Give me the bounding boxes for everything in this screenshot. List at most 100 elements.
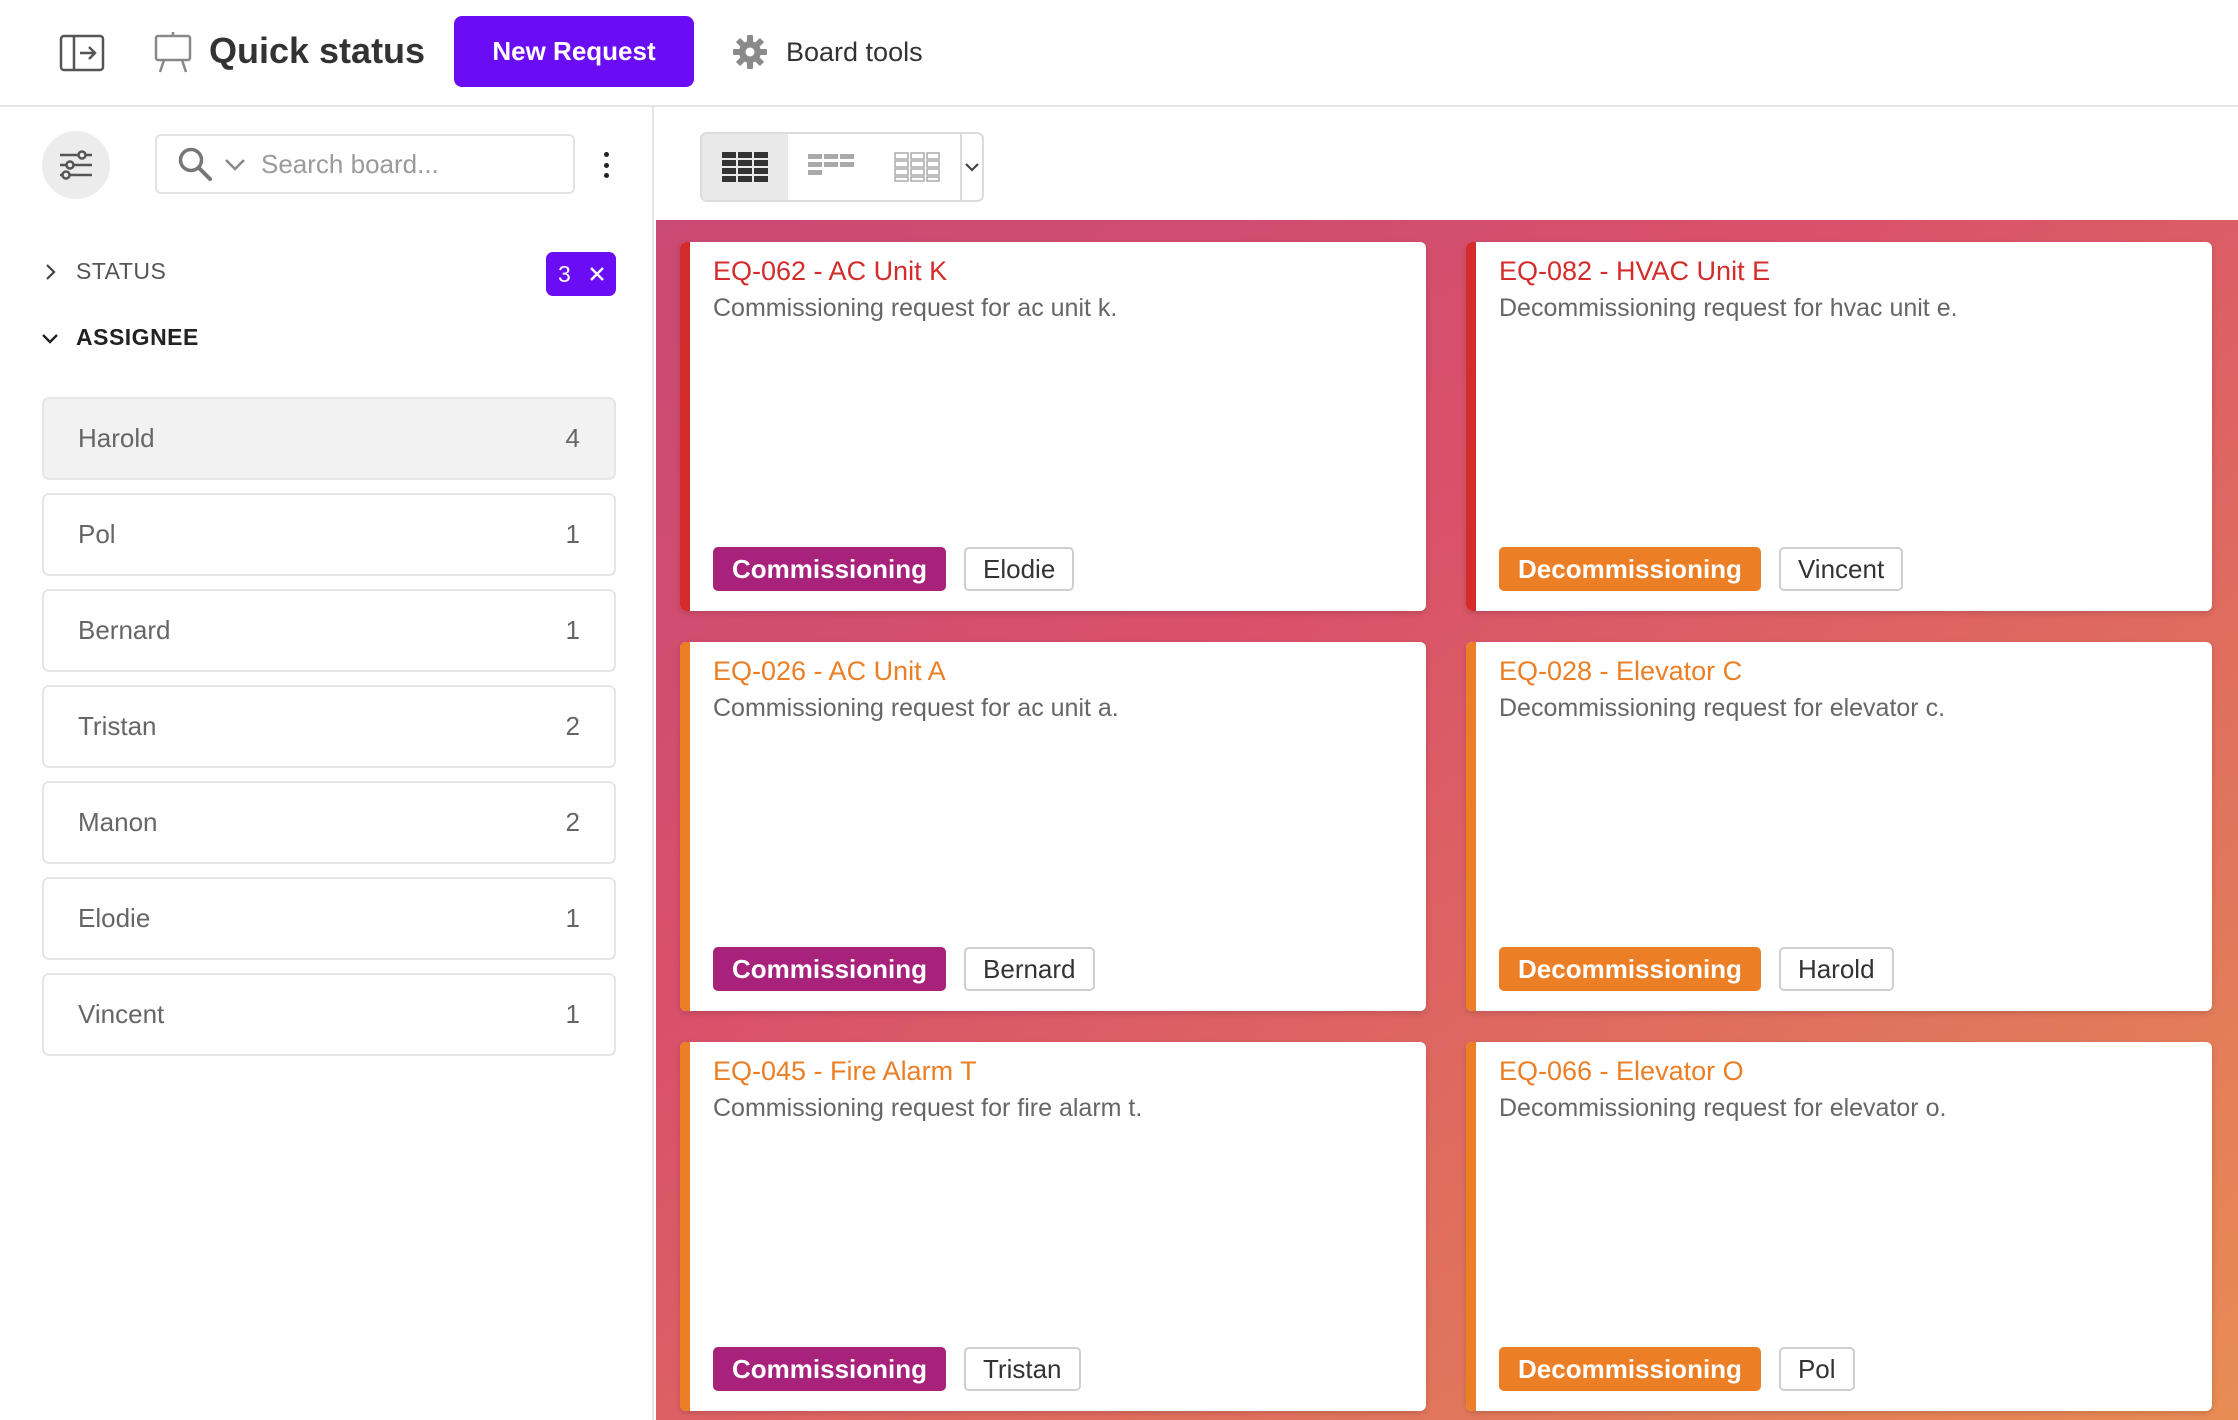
card-description: Decommissioning request for hvac unit e. <box>1499 294 1958 322</box>
card-accent-bar <box>680 242 690 611</box>
type-tag: Commissioning <box>713 1347 947 1391</box>
request-card[interactable]: EQ-045 - Fire Alarm T Commissioning requ… <box>680 1042 1426 1411</box>
assignee-name: Tristan <box>78 711 157 741</box>
sidebar-toggle-icon[interactable] <box>58 33 106 73</box>
search-icon <box>178 147 212 181</box>
assignee-item-tristan[interactable]: Tristan 2 <box>42 685 616 768</box>
board-tools-label: Board tools <box>786 36 923 67</box>
assignee-tag: Tristan <box>964 1347 1081 1391</box>
type-tag: Decommissioning <box>1499 547 1761 591</box>
assignee-list: Harold 4 Pol 1 Bernard 1 Tristan 2 Manon… <box>42 397 616 1069</box>
assignee-item-manon[interactable]: Manon 2 <box>42 781 616 864</box>
assignee-tag: Harold <box>1778 947 1894 991</box>
card-title[interactable]: EQ-028 - Elevator C <box>1499 656 1742 687</box>
chevron-down-icon <box>42 333 58 344</box>
type-tag: Commissioning <box>713 947 947 991</box>
assignee-tag: Elodie <box>964 547 1075 591</box>
card-accent-bar <box>1466 242 1476 611</box>
card-description: Commissioning request for ac unit k. <box>713 294 1118 322</box>
assignee-name: Pol <box>78 519 116 549</box>
search-input[interactable] <box>261 148 561 180</box>
assignee-name: Harold <box>78 423 155 453</box>
assignee-count: 1 <box>565 519 580 549</box>
grid-large-icon <box>722 152 768 182</box>
assignee-name: Elodie <box>78 903 151 933</box>
sliders-icon <box>60 150 92 180</box>
card-accent-bar <box>1466 642 1476 1011</box>
assignee-count: 2 <box>565 711 580 741</box>
filter-sidebar: STATUS 3 ASSIGNEE Harold 4 Pol 1 Bernard… <box>0 107 654 1420</box>
request-card[interactable]: EQ-062 - AC Unit K Commissioning request… <box>680 242 1426 611</box>
status-section-toggle[interactable]: STATUS <box>40 258 166 285</box>
card-title[interactable]: EQ-062 - AC Unit K <box>713 256 947 287</box>
chevron-down-icon <box>965 163 979 172</box>
assignee-item-harold[interactable]: Harold 4 <box>42 397 616 480</box>
type-tag: Decommissioning <box>1499 1347 1761 1391</box>
view-switcher <box>700 132 984 202</box>
card-tags: Decommissioning Pol <box>1499 1347 1855 1391</box>
assignee-tag: Pol <box>1778 1347 1855 1391</box>
card-title[interactable]: EQ-045 - Fire Alarm T <box>713 1056 977 1087</box>
grid-compact-icon <box>808 154 854 175</box>
assignee-item-bernard[interactable]: Bernard 1 <box>42 589 616 672</box>
assignee-count: 4 <box>565 423 580 453</box>
assignee-item-vincent[interactable]: Vincent 1 <box>42 973 616 1056</box>
assignee-count: 1 <box>565 903 580 933</box>
new-request-button[interactable]: New Request <box>454 16 694 87</box>
assignee-tag: Bernard <box>964 947 1095 991</box>
card-title[interactable]: EQ-026 - AC Unit A <box>713 656 946 687</box>
view-large-cards-button[interactable] <box>702 134 788 200</box>
grid-dense-icon <box>894 152 940 182</box>
request-card[interactable]: EQ-026 - AC Unit A Commissioning request… <box>680 642 1426 1011</box>
card-title[interactable]: EQ-066 - Elevator O <box>1499 1056 1744 1087</box>
assignee-section-label: ASSIGNEE <box>76 324 199 350</box>
board-canvas: EQ-062 - AC Unit K Commissioning request… <box>656 220 2238 1420</box>
assignee-item-pol[interactable]: Pol 1 <box>42 493 616 576</box>
view-compact-button[interactable] <box>788 134 874 200</box>
more-options-icon[interactable] <box>596 147 616 183</box>
status-filter-badge[interactable]: 3 <box>546 252 616 296</box>
request-card[interactable]: EQ-028 - Elevator C Decommissioning requ… <box>1466 642 2212 1011</box>
card-title[interactable]: EQ-082 - HVAC Unit E <box>1499 256 1770 287</box>
chevron-right-icon <box>46 263 56 280</box>
type-tag: Commissioning <box>713 547 947 591</box>
card-description: Decommissioning request for elevator c. <box>1499 694 1946 722</box>
assignee-name: Manon <box>78 807 158 837</box>
status-section-label: STATUS <box>76 258 167 284</box>
card-tags: Commissioning Bernard <box>713 947 1095 991</box>
card-accent-bar <box>1466 1042 1476 1411</box>
chevron-down-icon[interactable] <box>223 152 247 176</box>
assignee-count: 2 <box>565 807 580 837</box>
status-filter-count: 3 <box>558 260 571 287</box>
assignee-tag: Vincent <box>1778 547 1904 591</box>
view-dense-button[interactable] <box>874 134 960 200</box>
assignee-section-toggle[interactable]: ASSIGNEE <box>40 324 199 351</box>
assignee-count: 1 <box>565 615 580 645</box>
type-tag: Decommissioning <box>1499 947 1761 991</box>
search-field[interactable] <box>155 134 575 194</box>
board-tools-button[interactable]: Board tools <box>730 30 923 74</box>
card-tags: Commissioning Elodie <box>713 547 1075 591</box>
request-card[interactable]: EQ-066 - Elevator O Decommissioning requ… <box>1466 1042 2212 1411</box>
assignee-count: 1 <box>565 999 580 1029</box>
card-tags: Decommissioning Vincent <box>1499 547 1904 591</box>
card-description: Commissioning request for fire alarm t. <box>713 1094 1143 1122</box>
board-toolbar <box>656 107 2238 220</box>
view-dropdown-button[interactable] <box>960 134 982 200</box>
filter-settings-button[interactable] <box>42 131 110 199</box>
request-card[interactable]: EQ-082 - HVAC Unit E Decommissioning req… <box>1466 242 2212 611</box>
assignee-name: Bernard <box>78 615 171 645</box>
board-easel-icon <box>152 30 194 74</box>
card-accent-bar <box>680 1042 690 1411</box>
page-title: Quick status <box>209 30 426 71</box>
card-tags: Decommissioning Harold <box>1499 947 1894 991</box>
card-description: Commissioning request for ac unit a. <box>713 694 1119 722</box>
gear-icon <box>733 35 767 69</box>
card-description: Decommissioning request for elevator o. <box>1499 1094 1947 1122</box>
assignee-name: Vincent <box>78 999 165 1029</box>
assignee-item-elodie[interactable]: Elodie 1 <box>42 877 616 960</box>
close-icon[interactable] <box>588 265 606 283</box>
card-accent-bar <box>680 642 690 1011</box>
card-tags: Commissioning Tristan <box>713 1347 1081 1391</box>
top-header: Quick status New Request Board tools <box>0 0 2238 107</box>
